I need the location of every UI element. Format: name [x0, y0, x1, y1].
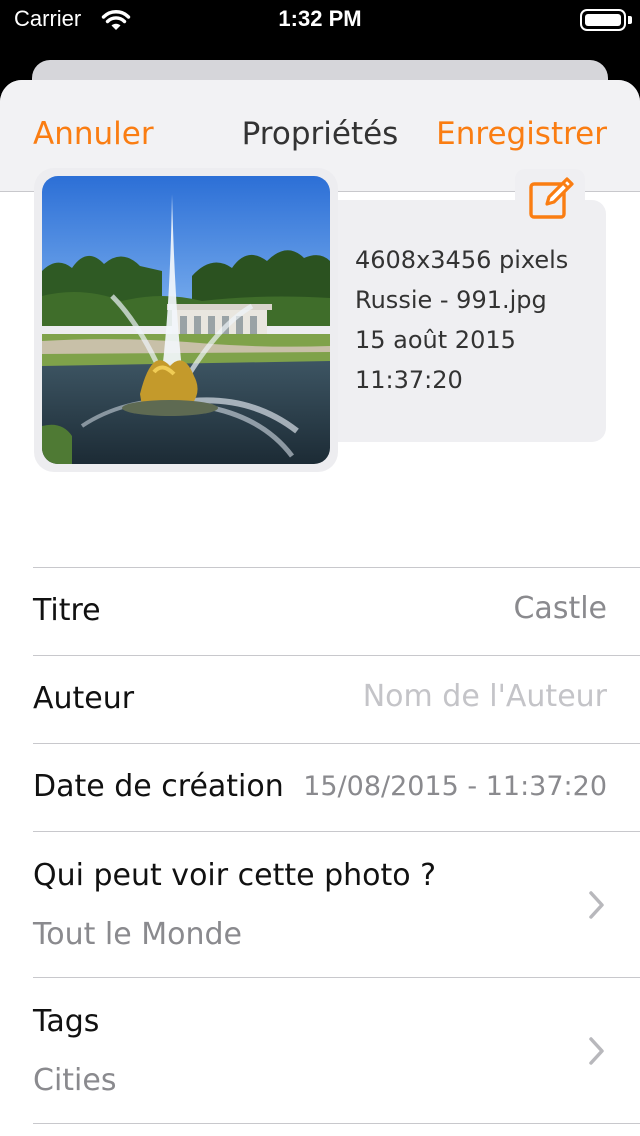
battery-tip — [628, 16, 632, 24]
chevron-right-icon — [589, 891, 604, 919]
photo-metadata: 4608x3456 pixels Russie - 991.jpg 15 aoû… — [355, 240, 568, 400]
creation-date-value[interactable]: 15/08/2015 - 11:37:20 — [303, 771, 607, 802]
status-bar: Carrier 1:32 PM — [0, 0, 640, 40]
chevron-right-icon — [589, 1037, 604, 1065]
tags-value: Cities — [33, 1063, 117, 1098]
tags-label: Tags — [33, 1004, 100, 1039]
photo-thumbnail[interactable] — [42, 176, 330, 464]
author-input[interactable]: Nom de l'Auteur — [363, 679, 607, 714]
title-input[interactable]: Castle — [513, 591, 607, 626]
tags-row[interactable] — [0, 978, 640, 1123]
privacy-value: Tout le Monde — [33, 917, 242, 952]
fountain-photo — [42, 176, 330, 464]
edit-square-icon[interactable] — [527, 175, 575, 223]
photo-date: 15 août 2015 — [355, 326, 516, 354]
title-label: Titre — [33, 593, 101, 628]
creation-date-label: Date de création — [33, 769, 284, 804]
photo-dimensions: 4608x3456 pixels — [355, 246, 569, 274]
privacy-row[interactable] — [0, 832, 640, 977]
battery-icon — [580, 9, 626, 31]
clock: 1:32 PM — [278, 6, 362, 31]
photo-filename: Russie - 991.jpg — [355, 286, 547, 314]
save-button[interactable]: Enregistrer — [436, 116, 607, 152]
photo-time: 11:37:20 — [355, 366, 463, 394]
separator — [33, 1123, 640, 1124]
privacy-label: Qui peut voir cette photo ? — [33, 858, 437, 893]
author-label: Auteur — [33, 681, 135, 716]
